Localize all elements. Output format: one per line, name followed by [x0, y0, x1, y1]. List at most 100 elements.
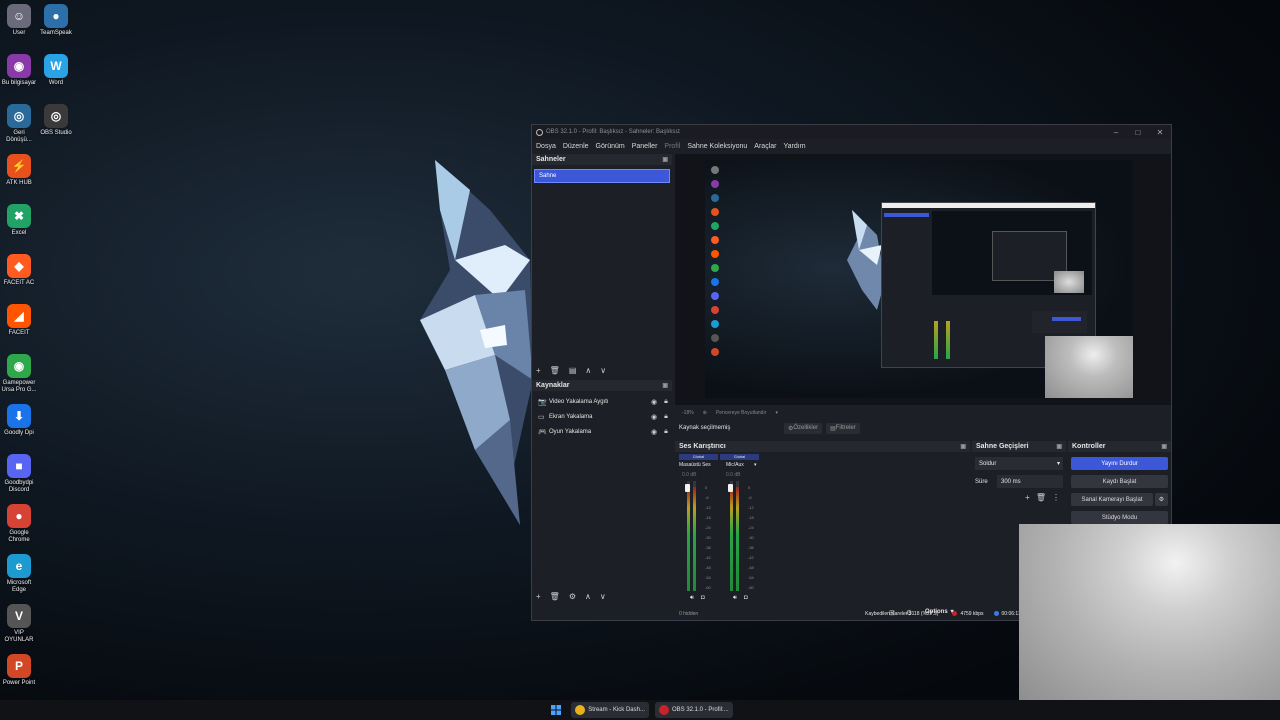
lock-icon[interactable]: 🔒︎	[660, 398, 672, 406]
filters-label: Filtreler	[835, 425, 856, 431]
scene-filters-button[interactable]: ▤	[569, 366, 577, 375]
desktop-icon-atk-hub[interactable]: ⚡ ATK HUB	[0, 154, 38, 187]
chevron-down-icon[interactable]: ▾	[775, 410, 778, 416]
visibility-eye-icon[interactable]: ◉	[648, 413, 660, 421]
duration-label: Süre	[975, 478, 988, 485]
remove-source-button[interactable]: 🗑	[550, 592, 560, 601]
properties-button[interactable]: ⚙︎ Özellikler	[784, 422, 823, 434]
visibility-eye-icon[interactable]: ◉	[648, 398, 660, 406]
source-name: Ekran Yakalama	[549, 413, 593, 420]
mute-speaker-icon[interactable]: 🔊︎	[733, 595, 737, 602]
vip-games-icon: V	[7, 604, 31, 628]
atk-hub-icon: ⚡	[7, 154, 31, 178]
source-item[interactable]: ▭ Ekran Yakalama ◉ 🔒︎	[532, 409, 672, 424]
stop-streaming-button[interactable]: Yayını Durdur	[1071, 457, 1168, 470]
desktop-icon-user[interactable]: ☺ User	[0, 4, 38, 37]
remove-transition-icon[interactable]: 🗑︎	[1036, 493, 1046, 502]
filters-button[interactable]: ▤ Filtreler	[826, 422, 860, 434]
desktop-icon-word[interactable]: W Word	[37, 54, 75, 87]
menu-scene-collection[interactable]: Sahne Koleksiyonu	[687, 143, 747, 150]
menu-file[interactable]: Dosya	[536, 143, 556, 150]
volume-slider-2[interactable]	[728, 484, 733, 492]
add-source-button[interactable]: +	[536, 592, 541, 601]
dock-popout-icon[interactable]: ▣	[1056, 443, 1062, 450]
desktop-icon-chrome[interactable]: ● Google Chrome	[0, 504, 38, 544]
move-source-up-button[interactable]: ∧	[585, 592, 591, 601]
taskbar-item-obs[interactable]: OBS 32.1.0 - Profil:...	[654, 702, 733, 718]
source-item[interactable]: 🎮 Oyun Yakalama ◉ 🔒︎	[532, 424, 672, 439]
menu-profile[interactable]: Profil	[664, 143, 680, 150]
close-button[interactable]: ✕	[1149, 128, 1171, 137]
preview-canvas	[705, 160, 1133, 398]
mute-speaker-icon[interactable]: 🔊︎	[690, 595, 694, 602]
desktop-icon-excel[interactable]: ✖ Excel	[0, 204, 38, 237]
move-source-down-button[interactable]: ∨	[600, 592, 606, 601]
goodbydpi-discord-icon: ■	[7, 454, 31, 478]
desktop-icon-recycle-bin[interactable]: ◎ Geri Dönüşü...	[0, 104, 38, 144]
desktop-icon-vip-games[interactable]: V VIP OYUNLAR	[0, 604, 38, 644]
zoom-in-icon[interactable]: ⊕	[703, 410, 707, 416]
desktop-icon-faceit[interactable]: ◢ FACEIT	[0, 304, 38, 337]
meter-scale-tick: -36	[705, 545, 711, 550]
monitor-headphone-icon[interactable]: ◘	[744, 595, 748, 601]
preview-webcam	[1045, 336, 1133, 398]
move-scene-down-button[interactable]: ∨	[600, 366, 606, 375]
desktop-icon-label: Goodbydpi Discord	[4, 480, 34, 493]
desktop-icon-gamepower[interactable]: ◉ Gamepower Ursa Pro G...	[0, 354, 38, 394]
dock-popout-icon[interactable]: ▣	[1161, 443, 1167, 450]
transition-select[interactable]: Soldur ▾	[975, 457, 1063, 470]
preview-desktop-icons	[709, 164, 729, 394]
remove-scene-button[interactable]: 🗑	[550, 366, 560, 375]
menu-tools[interactable]: Araçlar	[754, 143, 776, 150]
meter-scale-tick: -48	[748, 565, 754, 570]
desktop-icon-obs-studio[interactable]: ◎ OBS Studio	[37, 104, 75, 137]
start-recording-button[interactable]: Kaydı Başlat	[1071, 475, 1168, 488]
menu-docks[interactable]: Paneller	[632, 143, 658, 150]
dock-popout-icon[interactable]: ▣	[662, 382, 668, 389]
move-scene-up-button[interactable]: ∧	[585, 366, 591, 375]
scene-item[interactable]: Sahne	[534, 169, 670, 183]
duration-input[interactable]: 300 ms	[997, 475, 1063, 488]
minimize-button[interactable]: –	[1105, 128, 1127, 137]
visibility-eye-icon[interactable]: ◉	[648, 428, 660, 436]
preview-area[interactable]	[675, 154, 1171, 405]
channel-menu-icon[interactable]: ▾	[754, 462, 757, 468]
title-bar[interactable]: OBS 32.1.0 - Profil: Başlıksız - Sahnele…	[532, 125, 1171, 139]
desktop-icon-powerpoint[interactable]: P Power Point	[0, 654, 38, 687]
edge-icon: e	[7, 554, 31, 578]
source-item[interactable]: 📷 Video Yakalama Aygıtı ◉ 🔒︎	[532, 394, 672, 409]
virtual-camera-settings-icon[interactable]: ⚙︎	[1155, 493, 1168, 506]
add-transition-icon[interactable]: +	[1025, 493, 1030, 502]
desktop-icon-faceit-ac[interactable]: ◆ FACEIT AC	[0, 254, 38, 287]
menu-help[interactable]: Yardım	[783, 143, 805, 150]
transition-menu-icon[interactable]: ⋮	[1052, 493, 1060, 502]
desktop-icon-goodbydpi-discord[interactable]: ■ Goodbydpi Discord	[0, 454, 38, 494]
duration-row: Süre 300 ms	[975, 475, 1063, 488]
sources-title-text: Kaynaklar	[536, 382, 570, 389]
maximize-button[interactable]: □	[1127, 128, 1149, 137]
desktop-icon-teamspeak[interactable]: ● TeamSpeak	[37, 4, 75, 37]
menu-edit[interactable]: Düzenle	[563, 143, 589, 150]
lock-icon[interactable]: 🔒︎	[660, 413, 672, 421]
start-virtual-camera-button[interactable]: Sanal Kamerayı Başlat	[1071, 493, 1153, 506]
dock-popout-icon[interactable]: ▣	[662, 156, 668, 163]
meter-scale-tick: -36	[748, 545, 754, 550]
source-properties-button[interactable]: ⚙	[569, 592, 576, 601]
desktop-icon-this-pc[interactable]: ◉ Bu bilgisayar	[0, 54, 38, 87]
dock-popout-icon[interactable]: ▣	[960, 443, 966, 450]
start-button[interactable]	[547, 702, 565, 718]
preview-scaling-label[interactable]: Pencereye Boyutlandır	[716, 410, 767, 416]
studio-mode-button[interactable]: Stüdyo Modu	[1071, 511, 1168, 524]
desktop-icon-label: Word	[48, 80, 64, 86]
menu-view[interactable]: Görünüm	[596, 143, 625, 150]
desktop-icon-edge[interactable]: e Microsoft Edge	[0, 554, 38, 594]
monitor-headphone-icon[interactable]: ◘	[701, 595, 705, 601]
chrome-icon: ●	[7, 504, 31, 528]
taskbar-item-chrome[interactable]: Stream - Kick Dash...	[571, 702, 649, 718]
desktop-icon-goodbydpi[interactable]: ⬇ Goodly Dpi	[0, 404, 38, 437]
desktop-icon-label: FACEIT	[8, 330, 30, 336]
volume-slider-1[interactable]	[685, 484, 690, 492]
lock-icon[interactable]: 🔒︎	[660, 428, 672, 436]
taskbar-item-label: OBS 32.1.0 - Profil:...	[671, 707, 729, 713]
add-scene-button[interactable]: +	[536, 366, 541, 375]
